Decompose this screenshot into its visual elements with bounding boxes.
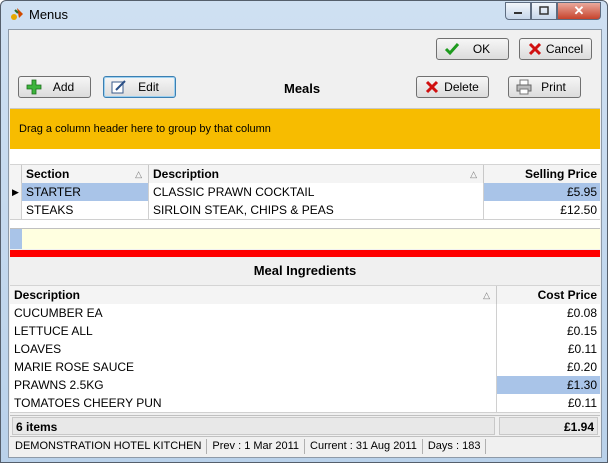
sort-triangle-icon: △ — [470, 169, 477, 179]
cell-ingredient: LOAVES — [10, 340, 497, 358]
ingredients-footer: 6 items £1.94 — [10, 415, 600, 437]
minimize-icon — [514, 12, 522, 14]
ok-label: OK — [472, 42, 491, 56]
header-price-label: Selling Price — [524, 167, 597, 181]
cell-description: CLASSIC PRAWN COCKTAIL — [149, 183, 484, 201]
row-indicator — [10, 201, 22, 219]
print-label: Print — [541, 80, 566, 94]
delete-icon — [423, 78, 441, 96]
header-cost-price[interactable]: Cost Price — [497, 286, 600, 304]
header-description[interactable]: Description △ — [149, 165, 484, 183]
checkmark-icon — [443, 40, 461, 58]
table-row[interactable]: LETTUCE ALL £0.15 — [10, 322, 600, 341]
printer-icon — [515, 78, 533, 96]
cell-ingredient: PRAWNS 2.5KG — [10, 376, 497, 394]
ingredients-title: Meal Ingredients — [253, 263, 357, 278]
cost-total: £1.94 — [499, 417, 598, 435]
cell-section: STARTER — [22, 183, 149, 201]
new-row-indicator — [10, 229, 22, 249]
table-row[interactable]: TOMATOES CHEERY PUN £0.11 — [10, 394, 600, 413]
current-row-arrow-icon: ▶ — [10, 183, 22, 201]
item-count: 6 items — [12, 417, 495, 435]
table-row[interactable]: ▶ STARTER CLASSIC PRAWN COCKTAIL £5.95 — [10, 183, 600, 202]
meals-title: Meals — [284, 81, 321, 96]
cell-section: STEAKS — [22, 201, 149, 219]
cell-cost: £0.11 — [567, 396, 597, 410]
meals-header-row: Section △ Description △ Selling Price — [10, 164, 600, 184]
plus-icon — [25, 78, 43, 96]
table-row[interactable]: CUCUMBER EA £0.08 — [10, 304, 600, 323]
cell-price: £5.95 — [484, 183, 600, 201]
header-selling-price[interactable]: Selling Price — [484, 165, 600, 183]
ok-button[interactable]: OK — [436, 38, 509, 60]
cell-price: £12.50 — [560, 203, 597, 217]
cell-ingredient: TOMATOES CHEERY PUN — [10, 394, 497, 412]
group-by-hint: Drag a column header here to group by th… — [19, 123, 271, 135]
cell-cost: £1.30 — [497, 376, 600, 394]
window-frame: Menus ✕ OK Cancel Add Edit Meals Delete … — [0, 0, 608, 463]
sort-triangle-icon: △ — [135, 169, 142, 179]
status-prev-date: Prev : 1 Mar 2011 — [207, 439, 306, 454]
client-area: OK Cancel Add Edit Meals Delete Print Dr… — [8, 29, 602, 458]
table-row[interactable]: PRAWNS 2.5KG £1.30 — [10, 376, 600, 395]
cell-ingredient: MARIE ROSE SAUCE — [10, 358, 497, 376]
grid-spacer — [10, 149, 600, 164]
edit-button[interactable]: Edit — [103, 76, 176, 98]
status-site: DEMONSTRATION HOTEL KITCHEN — [10, 439, 208, 454]
header-section-label: Section — [26, 167, 70, 181]
table-row[interactable]: LOAVES £0.11 — [10, 340, 600, 359]
window-title: Menus — [29, 7, 69, 22]
new-row-footer[interactable] — [10, 228, 600, 249]
status-days: Days : 183 — [423, 439, 487, 454]
header-ingredient-description[interactable]: Description △ — [10, 286, 497, 304]
close-button[interactable]: ✕ — [557, 2, 601, 20]
splitter-bar[interactable] — [10, 250, 600, 257]
cell-ingredient: CUCUMBER EA — [10, 304, 497, 322]
cell-cost: £0.11 — [567, 342, 597, 356]
add-button[interactable]: Add — [18, 76, 91, 98]
cancel-label: Cancel — [545, 42, 584, 56]
delete-label: Delete — [444, 80, 479, 94]
cell-cost: £0.15 — [566, 324, 597, 338]
maximize-icon — [539, 6, 549, 15]
sort-triangle-icon: △ — [483, 290, 490, 300]
header-description-label: Description — [153, 167, 220, 181]
title-bar[interactable]: Menus ✕ — [1, 1, 607, 28]
cell-cost: £0.20 — [566, 360, 597, 374]
print-button[interactable]: Print — [508, 76, 581, 98]
delete-button[interactable]: Delete — [416, 76, 489, 98]
status-current-date: Current : 31 Aug 2011 — [305, 439, 423, 454]
close-icon: ✕ — [573, 3, 585, 18]
app-icon — [11, 8, 23, 20]
header-cost-label: Cost Price — [537, 288, 597, 302]
ingredients-header-row: Description △ Cost Price — [10, 285, 600, 305]
header-ingredient-description-label: Description — [14, 288, 81, 302]
maximize-button[interactable] — [531, 2, 557, 20]
edit-label: Edit — [138, 80, 159, 94]
header-section[interactable]: Section △ — [22, 165, 149, 183]
cross-icon — [526, 40, 544, 58]
status-bar: DEMONSTRATION HOTEL KITCHEN Prev : 1 Mar… — [10, 437, 600, 456]
cell-ingredient: LETTUCE ALL — [10, 322, 497, 340]
row-indicator-header — [10, 165, 22, 183]
table-row[interactable]: STEAKS SIRLOIN STEAK, CHIPS & PEAS £12.5… — [10, 201, 600, 220]
table-row[interactable]: MARIE ROSE SAUCE £0.20 — [10, 358, 600, 377]
minimize-button[interactable] — [505, 2, 531, 20]
add-label: Add — [52, 80, 75, 94]
cell-description: SIRLOIN STEAK, CHIPS & PEAS — [149, 201, 484, 219]
edit-icon — [110, 78, 128, 96]
grid-empty-area — [10, 220, 600, 228]
cell-cost: £0.08 — [566, 306, 597, 320]
group-by-panel[interactable]: Drag a column header here to group by th… — [10, 108, 600, 150]
cancel-button[interactable]: Cancel — [519, 38, 592, 60]
